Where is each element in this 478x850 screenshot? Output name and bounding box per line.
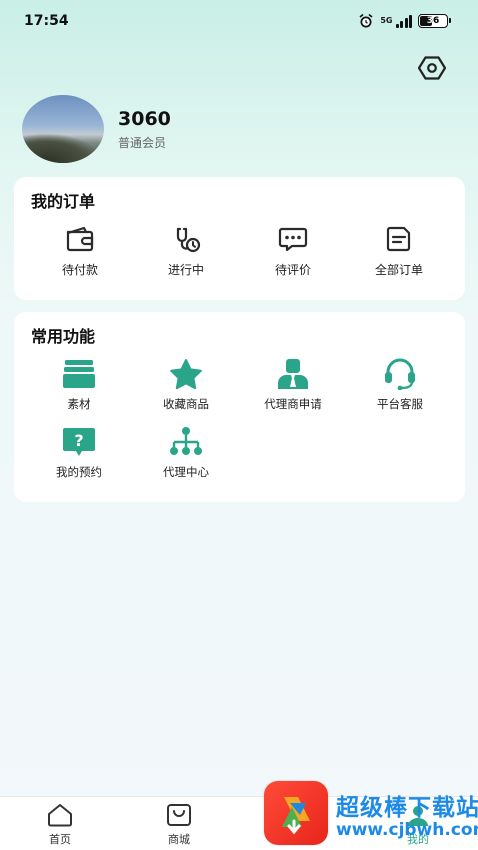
orders-card: 我的订单 待付款 进行中 待评价 全部订单: [14, 177, 465, 300]
order-to-review[interactable]: 待评价: [248, 224, 338, 278]
func-label: 代理商申请: [264, 397, 322, 411]
home-icon: [48, 804, 72, 827]
status-bar: 17:54 5G 36: [0, 0, 478, 44]
document-icon: [386, 226, 411, 252]
func-agent-apply[interactable]: 代理商申请: [243, 358, 343, 412]
order-label: 待评价: [274, 263, 311, 277]
settings-hexagon-icon[interactable]: [417, 53, 447, 83]
stack-icon: [63, 360, 95, 388]
star-icon: [170, 359, 202, 390]
watermark-logo-icon: [264, 781, 328, 845]
tab-label: 首页: [49, 833, 71, 846]
hierarchy-icon: [170, 427, 202, 455]
wallet-icon: [66, 226, 94, 252]
func-label: 代理中心: [163, 465, 209, 479]
func-label: 平台客服: [377, 397, 423, 411]
func-customer-service[interactable]: 平台客服: [350, 358, 450, 412]
battery-icon: 36: [418, 14, 451, 28]
profile-header[interactable]: 3060 普通会员: [22, 95, 171, 163]
watermark: 超级棒下载站 www.cjbwh.com: [262, 778, 478, 850]
headset-icon: [385, 358, 415, 390]
network-type: 5G: [380, 16, 393, 25]
func-favorites[interactable]: 收藏商品: [136, 358, 236, 412]
tab-home[interactable]: 首页: [20, 803, 100, 847]
status-time: 17:54: [24, 13, 69, 29]
order-in-progress[interactable]: 进行中: [141, 224, 231, 278]
battery-level: 36: [426, 16, 440, 26]
clock-check-icon: [176, 227, 201, 253]
functions-card: 常用功能 素材 收藏商品 代理商申请 平台客服 ? 我的预约 代理中心: [14, 312, 465, 502]
watermark-url: www.cjbwh.com: [336, 820, 478, 840]
signal-icon: [395, 14, 412, 28]
shop-bag-icon: [167, 804, 191, 826]
func-label: 素材: [67, 397, 91, 411]
question-bubble-icon: ?: [63, 428, 95, 456]
username: 3060: [118, 107, 171, 130]
avatar[interactable]: [22, 95, 104, 163]
func-label: 我的预约: [56, 465, 102, 479]
order-pending-payment[interactable]: 待付款: [35, 224, 125, 278]
func-my-appointments[interactable]: ? 我的预约: [29, 426, 129, 480]
comment-icon: [278, 227, 308, 252]
orders-title: 我的订单: [31, 192, 96, 211]
func-agent-center[interactable]: 代理中心: [136, 426, 236, 480]
svg-text:?: ?: [74, 431, 83, 450]
functions-title: 常用功能: [31, 327, 96, 346]
status-icons: 5G 36: [358, 13, 451, 29]
agent-icon: [278, 359, 308, 389]
order-label: 进行中: [167, 263, 204, 277]
member-level: 普通会员: [118, 135, 167, 150]
func-label: 收藏商品: [163, 397, 209, 411]
tab-shop[interactable]: 商城: [139, 803, 219, 847]
tab-label: 商城: [168, 833, 190, 846]
watermark-title: 超级棒下载站: [336, 795, 478, 821]
order-label: 全部订单: [374, 263, 423, 277]
order-all[interactable]: 全部订单: [354, 224, 444, 278]
order-label: 待付款: [61, 263, 98, 277]
alarm-icon: [359, 13, 373, 28]
func-materials[interactable]: 素材: [29, 358, 129, 412]
